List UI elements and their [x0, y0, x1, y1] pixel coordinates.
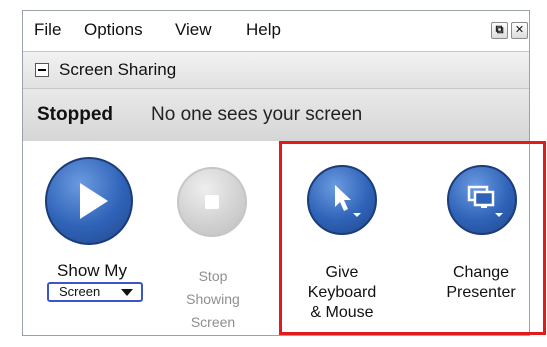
screen-sharing-header[interactable]: Screen Sharing — [23, 51, 529, 89]
play-icon — [80, 183, 108, 219]
menu-help[interactable]: Help — [246, 20, 281, 40]
stop-icon — [205, 195, 219, 209]
show-my-screen-button[interactable] — [45, 157, 133, 245]
restore-icon[interactable]: ⧉ — [491, 22, 508, 39]
screen-dropdown-label: Screen — [59, 284, 101, 299]
stop-showing-label: Stop Showing Screen — [186, 268, 240, 330]
close-icon[interactable]: ✕ — [511, 22, 528, 39]
menu-view[interactable]: View — [175, 20, 212, 40]
highlight-box — [279, 141, 546, 335]
menu-bar: File Options View Help ⧉ ✕ — [23, 11, 529, 51]
show-my-label: Show My — [57, 261, 127, 280]
stop-showing-screen-button[interactable] — [177, 167, 247, 237]
screen-dropdown[interactable]: Screen — [47, 282, 143, 302]
status-message: No one sees your screen — [151, 104, 363, 125]
menu-file[interactable]: File — [34, 20, 61, 40]
section-title: Screen Sharing — [59, 60, 177, 79]
collapse-icon[interactable] — [35, 63, 49, 77]
menu-options[interactable]: Options — [84, 20, 143, 40]
chevron-down-icon — [121, 289, 133, 296]
status-state: Stopped — [37, 104, 113, 125]
status-bar: Stopped No one sees your screen — [23, 89, 529, 141]
